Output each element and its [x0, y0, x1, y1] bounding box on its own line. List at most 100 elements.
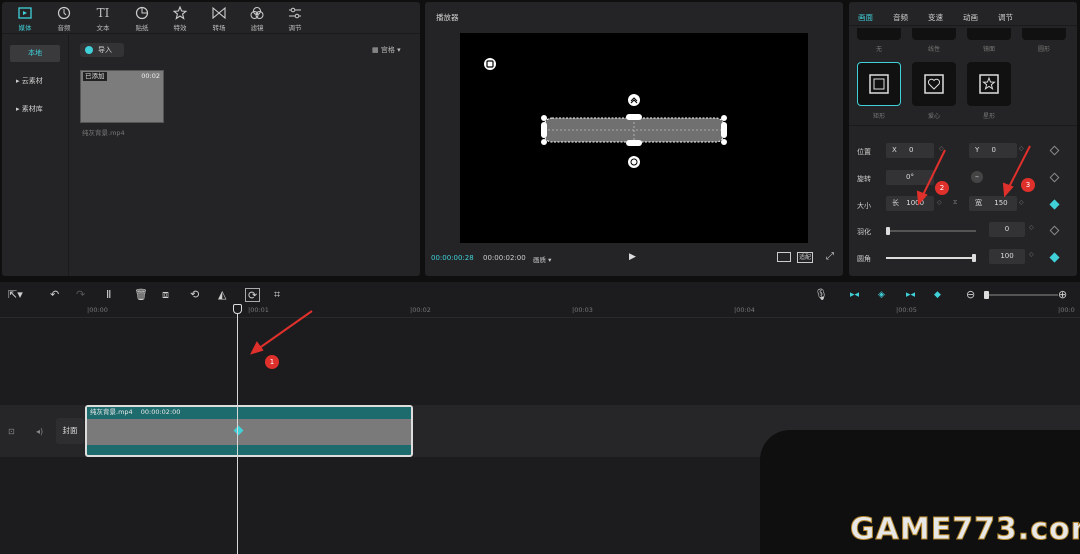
freeze-icon[interactable]: ⧈	[162, 288, 169, 302]
player-title: 播放器	[436, 13, 459, 22]
rotate-icon[interactable]: ⟳	[245, 288, 261, 302]
sidebar-item-cloud[interactable]: ▸ 云素材	[10, 73, 60, 90]
tab-transition[interactable]: 转场	[204, 5, 234, 32]
size-keyframe[interactable]	[1049, 199, 1060, 210]
waveform-icon[interactable]	[777, 252, 791, 262]
feather-field[interactable]: 0	[989, 222, 1025, 237]
zoom-knob[interactable]	[984, 291, 989, 299]
size-height-field[interactable]: 宽 150	[969, 196, 1017, 211]
size-height-stepper[interactable]: ◇	[1019, 199, 1024, 206]
zoom-out-icon[interactable]: ⊖	[966, 288, 975, 302]
undo-icon[interactable]: ↶	[50, 288, 59, 302]
filter-icon	[250, 7, 264, 19]
feather-slider[interactable]	[886, 227, 976, 235]
star-icon	[979, 74, 999, 94]
preview-axis-icon[interactable]: ▸◂	[906, 288, 915, 302]
properties-panel: 画面 音频 变速 动画 调节 无 线性 镜面 圆形 矩形 爱心 星形 位置 X …	[849, 2, 1077, 276]
tab-effects[interactable]: 特效	[165, 5, 195, 32]
quality-select[interactable]: 画质 ▾	[533, 254, 551, 264]
mirror-icon[interactable]: ◭	[218, 288, 226, 302]
tab-sticker[interactable]: 贴纸	[127, 5, 157, 32]
link-icon[interactable]: ◈	[878, 288, 885, 302]
mask-overlay	[484, 58, 727, 168]
import-button[interactable]: 导入	[80, 43, 124, 57]
position-x-field[interactable]: X 0	[886, 143, 934, 158]
feather-knob[interactable]	[886, 227, 890, 235]
tab-prop-audio[interactable]: 音频	[893, 12, 908, 23]
mask-label-circle: 圆形	[1037, 46, 1050, 53]
mask-heart[interactable]	[912, 62, 956, 106]
media-filename: 纯灰背景.mp4	[82, 129, 125, 137]
heart-icon	[924, 74, 944, 94]
zoom-slider[interactable]	[984, 291, 1058, 299]
playhead[interactable]	[237, 304, 238, 554]
size-width-stepper[interactable]: ◇	[937, 199, 942, 206]
import-icon	[85, 46, 93, 54]
transition-icon	[212, 7, 226, 19]
select-tool-icon[interactable]: ⇱▾	[8, 288, 23, 302]
fullscreen-icon[interactable]: ⤢	[826, 251, 834, 262]
playhead-handle[interactable]	[233, 304, 242, 314]
ratio-button[interactable]: 适配	[797, 252, 814, 263]
media-thumbnail[interactable]: 已添加 00:02	[80, 70, 164, 123]
tab-adjust[interactable]: 调节	[280, 5, 310, 32]
position-x-stepper[interactable]: ◇	[939, 145, 944, 152]
split-icon[interactable]: Ⅱ	[106, 288, 111, 302]
player-screen[interactable]	[460, 33, 808, 243]
tab-audio[interactable]: 音频	[49, 5, 79, 32]
corner-slider[interactable]	[886, 254, 976, 262]
cover-button[interactable]: 封面	[56, 418, 84, 444]
sidebar-item-library[interactable]: ▸ 素材库	[10, 101, 60, 118]
tab-text[interactable]: TI 文本	[88, 5, 118, 32]
mask-label-mirror: 镜面	[982, 46, 995, 53]
watermark-logo: GAME773.com	[850, 512, 1080, 548]
linkage-icon[interactable]: ◆	[934, 288, 941, 302]
rotate-keyframe[interactable]	[1049, 172, 1060, 183]
position-y-stepper[interactable]: ◇	[1019, 145, 1024, 152]
tab-filter[interactable]: 滤镜	[242, 5, 272, 32]
size-width-field[interactable]: 长 1000	[886, 196, 934, 211]
audio-icon	[57, 6, 71, 20]
tab-media[interactable]: 媒体	[10, 5, 40, 32]
reverse-icon[interactable]: ⟲	[190, 288, 199, 302]
rotate-dial-icon[interactable]: –	[971, 171, 983, 183]
adjust-icon	[289, 7, 301, 19]
media-icon	[18, 7, 32, 19]
crop-icon[interactable]: ⌗	[274, 288, 280, 302]
corner-keyframe[interactable]	[1049, 252, 1060, 263]
mask-star[interactable]	[967, 62, 1011, 106]
video-clip[interactable]: 纯灰背景.mp4 00:00:02:00	[85, 405, 413, 457]
position-keyframe[interactable]	[1049, 145, 1060, 156]
media-panel: 媒体 音频 TI 文本 贴纸 特效 转场 滤镜 调节 本地 ▸ 云素材 ▸ 素材…	[2, 2, 420, 276]
feather-keyframe[interactable]	[1049, 225, 1060, 236]
corner-knob[interactable]	[972, 254, 976, 262]
annotation-badge-3: 3	[1021, 178, 1035, 192]
tab-prop-adjust[interactable]: 调节	[998, 12, 1013, 23]
corner-stepper[interactable]: ◇	[1029, 251, 1034, 258]
feather-stepper[interactable]: ◇	[1029, 224, 1034, 231]
tab-picture[interactable]: 画面	[858, 12, 873, 23]
view-toggle[interactable]: ▦ 宫格 ▾	[372, 45, 401, 55]
size-link-icon[interactable]: ⧖	[953, 199, 957, 207]
tab-animation[interactable]: 动画	[963, 12, 978, 23]
rotate-label: 旋转	[857, 175, 871, 183]
mask-label-none: 无	[875, 46, 882, 53]
tab-speed[interactable]: 变速	[928, 12, 943, 23]
delete-icon[interactable]: 🗑	[134, 288, 148, 302]
snap-icon[interactable]: ▸◂	[850, 288, 859, 302]
mask-rectangle[interactable]	[857, 62, 901, 106]
zoom-in-icon[interactable]: ⊕	[1058, 288, 1067, 302]
clip-header: 纯灰背景.mp4 00:00:02:00	[87, 407, 411, 418]
rotate-field[interactable]: 0°	[886, 170, 934, 185]
position-y-field[interactable]: Y 0	[969, 143, 1017, 158]
position-label: 位置	[857, 148, 871, 156]
corner-label: 圆角	[857, 255, 871, 263]
play-icon[interactable]: ▶	[629, 252, 636, 262]
corner-field[interactable]: 100	[989, 249, 1025, 264]
mic-icon[interactable]: 🎙	[814, 288, 828, 302]
redo-icon[interactable]: ↷	[76, 288, 85, 302]
track-audio-icon[interactable]: ◂)	[36, 427, 43, 436]
sidebar-item-local[interactable]: 本地	[10, 45, 60, 62]
track-lock-icon[interactable]: ⊡	[8, 427, 15, 436]
time-ruler[interactable]: |00:00 |00:01 |00:02 |00:03 |00:04 |00:0…	[0, 304, 1080, 318]
